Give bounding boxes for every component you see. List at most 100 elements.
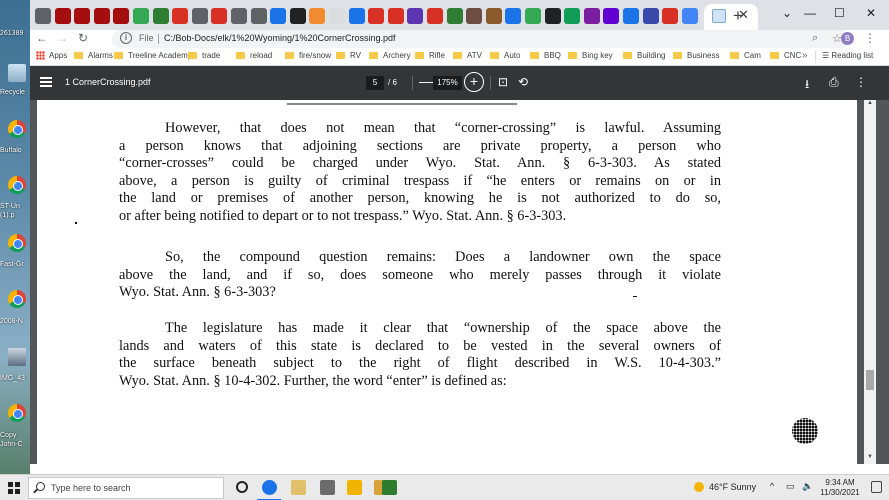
weather-widget[interactable]: 46°F Sunny: [694, 482, 756, 492]
bookmark-folder[interactable]: fire/snow: [285, 51, 331, 63]
tab-favicon-icon[interactable]: [348, 8, 365, 24]
pdf-more-icon[interactable]: ⋮: [855, 75, 867, 89]
tab-favicon-icon[interactable]: [642, 8, 659, 24]
clock[interactable]: 9:34 AM 11/30/2021: [816, 478, 864, 498]
zoom-out-button[interactable]: —: [419, 73, 433, 89]
zoom-input[interactable]: 175%: [433, 76, 462, 90]
bookmark-folder[interactable]: reload: [236, 51, 272, 63]
url-text[interactable]: C:/Bob-Docs/elk/1%20Wyoming/1%20CornerCr…: [164, 33, 396, 43]
pdf-viewport[interactable]: However, that does not mean that “corner…: [30, 100, 889, 464]
tab-favicon-icon[interactable]: [407, 8, 424, 24]
info-icon[interactable]: i: [120, 32, 132, 44]
minimize-button[interactable]: —: [804, 6, 816, 20]
bookmark-folder[interactable]: Business: [673, 51, 719, 63]
scrollbar-thumb[interactable]: [866, 370, 874, 390]
bookmark-folder[interactable]: Archery: [369, 51, 411, 63]
new-tab-button[interactable]: +: [733, 6, 743, 26]
bookmark-folder[interactable]: trade: [188, 51, 220, 63]
profile-avatar[interactable]: B: [841, 32, 854, 45]
tab-favicon-icon[interactable]: [525, 8, 541, 24]
print-icon[interactable]: ⎙: [829, 75, 839, 90]
tab-favicon-icon[interactable]: [54, 8, 71, 24]
tab-favicon-icon[interactable]: [250, 8, 267, 24]
bookmark-folder[interactable]: Treeline Academy: [114, 51, 192, 63]
taskbar-game-app-icon[interactable]: [382, 480, 397, 495]
fit-page-icon[interactable]: ⊡: [498, 75, 508, 89]
tab-favicon-icon[interactable]: [583, 8, 600, 24]
tab-favicon-icon[interactable]: [427, 8, 443, 24]
tab-favicon-icon[interactable]: [505, 8, 522, 24]
scroll-up-icon[interactable]: ▲: [864, 100, 876, 110]
task-view-icon[interactable]: [236, 481, 248, 493]
tab-favicon-icon[interactable]: [466, 8, 483, 24]
tab-favicon-icon[interactable]: [564, 8, 581, 24]
tab-favicon-icon[interactable]: [270, 8, 287, 24]
tab-favicon-icon[interactable]: [35, 8, 51, 24]
tab-favicon-icon[interactable]: [211, 8, 228, 24]
reload-button[interactable]: ↻: [78, 31, 88, 45]
volume-icon[interactable]: 🔈: [802, 481, 813, 492]
browser-menu-icon[interactable]: ⋮: [864, 31, 876, 45]
tab-favicon-icon[interactable]: [152, 8, 169, 24]
page-number-input[interactable]: 5: [366, 76, 384, 90]
bookmark-folder[interactable]: BBQ: [530, 51, 561, 63]
forward-button[interactable]: →: [56, 31, 68, 45]
tab-favicon-icon[interactable]: [544, 8, 561, 24]
tab-favicon-icon[interactable]: [191, 8, 208, 24]
bookmark-folder[interactable]: RV: [336, 51, 361, 63]
tab-favicon-icon[interactable]: [329, 8, 345, 24]
taskbar-chrome-icon[interactable]: [262, 480, 277, 495]
bookmark-folder[interactable]: Cam: [730, 51, 761, 63]
network-icon[interactable]: ▭: [786, 481, 795, 492]
tab-favicon-icon[interactable]: [113, 8, 130, 24]
bookmark-folder[interactable]: ATV: [453, 51, 482, 63]
tray-chevron-icon[interactable]: ^: [770, 481, 774, 491]
notifications-icon[interactable]: [871, 481, 882, 493]
tab-favicon-icon[interactable]: [289, 8, 306, 24]
bookmark-folder[interactable]: CNC: [770, 51, 801, 63]
bookmark-folder[interactable]: Bing key: [568, 51, 613, 63]
back-button[interactable]: ←: [36, 31, 48, 45]
tab-favicon-icon[interactable]: [681, 8, 698, 24]
reading-list-label: Reading list: [831, 51, 874, 60]
taskbar-file-explorer-icon[interactable]: [291, 480, 306, 495]
reading-list-button[interactable]: ☰ Reading list: [822, 51, 873, 60]
bookmark-folder[interactable]: Alarms: [74, 51, 113, 63]
bookmark-folder[interactable]: Building: [623, 51, 665, 63]
scroll-down-icon[interactable]: ▼: [864, 454, 876, 464]
taskbar-folder-icon[interactable]: [347, 480, 362, 495]
tab-favicon-icon[interactable]: [74, 8, 91, 24]
tab-favicon-icon[interactable]: [623, 8, 639, 24]
pdf-scrollbar[interactable]: ▲ ▼: [864, 100, 876, 464]
tab-favicon-icon[interactable]: [172, 8, 189, 24]
bookmarks-overflow-icon[interactable]: »: [802, 50, 808, 61]
tab-search-icon[interactable]: ⌄: [782, 6, 792, 20]
windows-start-icon[interactable]: [8, 482, 20, 494]
tab-favicon-icon[interactable]: [231, 8, 247, 24]
tab-favicon-icon[interactable]: [662, 8, 679, 24]
tab-favicon-icon[interactable]: [309, 8, 326, 24]
tab-favicon-icon[interactable]: [603, 8, 620, 24]
sidebar-menu-icon[interactable]: [40, 77, 52, 87]
tab-favicon-icon[interactable]: [387, 8, 404, 24]
download-icon[interactable]: ⭳: [805, 75, 809, 96]
taskbar-weather-app-icon[interactable]: [320, 480, 335, 495]
bookmark-folder[interactable]: Auto: [490, 51, 520, 63]
floating-action-icon[interactable]: [792, 418, 818, 444]
maximize-button[interactable]: ☐: [834, 6, 845, 20]
taskbar-search[interactable]: Type here to search: [28, 477, 224, 499]
bookmark-apps[interactable]: Apps: [36, 51, 67, 63]
zoom-icon[interactable]: ⌕: [812, 32, 818, 45]
address-bar[interactable]: i File C:/Bob-Docs/elk/1%20Wyoming/1%20C…: [112, 30, 850, 48]
bookmark-label: RV: [350, 51, 361, 60]
tab-favicon-icon[interactable]: [446, 8, 463, 24]
zoom-in-button[interactable]: +: [464, 72, 484, 92]
tab-favicon-icon[interactable]: [133, 8, 149, 24]
tab-active[interactable]: ✕: [704, 4, 758, 30]
rotate-icon[interactable]: ⟲: [518, 75, 528, 89]
tab-favicon-icon[interactable]: [368, 8, 385, 24]
close-window-button[interactable]: ✕: [866, 6, 876, 20]
tab-favicon-icon[interactable]: [485, 8, 502, 24]
bookmark-folder[interactable]: Rifle: [415, 51, 445, 63]
tab-favicon-icon[interactable]: [93, 8, 110, 24]
